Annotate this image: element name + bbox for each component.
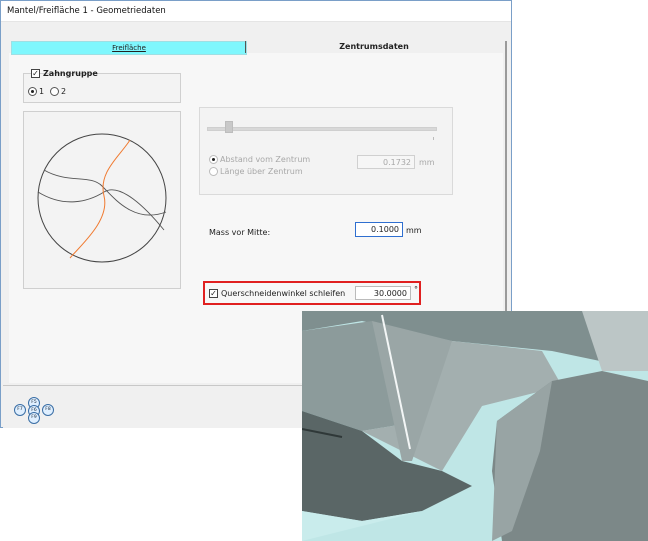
- mass-from-center-unit: mm: [406, 226, 422, 235]
- tool-3d-render: [302, 311, 648, 541]
- radio-2-label: 2: [61, 87, 67, 96]
- nav-left-key[interactable]: F7: [14, 404, 26, 416]
- distance-slider-track: [207, 127, 437, 131]
- chisel-angle-unit: °: [414, 285, 418, 294]
- radio-from-center[interactable]: [209, 155, 218, 164]
- distance-slider-thumb[interactable]: [225, 121, 233, 133]
- tool-cross-section-preview: [23, 111, 181, 289]
- radio-from-center-label: Abstand vom Zentrum: [220, 155, 311, 164]
- tab-freiflaeche[interactable]: Freifläche: [11, 41, 247, 55]
- tooth-group-radio-2[interactable]: [50, 87, 59, 96]
- tooth-group-label: Zahngruppe: [43, 69, 98, 78]
- center-distance-group: [199, 107, 453, 195]
- chisel-angle-checkbox[interactable]: ✓: [209, 289, 218, 298]
- fkey-navigator: F5 F7 F6 F8 F9: [11, 397, 57, 424]
- cross-section-drawing: [37, 133, 167, 263]
- chisel-angle-label: Querschneidenwinkel schleifen: [221, 289, 346, 298]
- distance-unit: mm: [419, 158, 435, 167]
- nav-down-key[interactable]: F9: [28, 412, 40, 424]
- window-title: Mantel/Freifläche 1 - Geometriedaten: [7, 6, 166, 16]
- radio-length-over-center-label: Länge über Zentrum: [220, 167, 303, 176]
- tooth-group-checkbox[interactable]: ✓: [31, 69, 40, 78]
- title-bar: Mantel/Freifläche 1 - Geometriedaten: [1, 1, 511, 22]
- tab-zentrumsdaten[interactable]: Zentrumsdaten: [246, 41, 502, 53]
- tooth-group-radio-1[interactable]: [28, 87, 37, 96]
- mass-from-center-input[interactable]: 0.1000: [355, 222, 403, 237]
- radio-1-label: 1: [39, 87, 45, 96]
- render-image: [302, 311, 648, 541]
- radio-length-over-center[interactable]: [209, 167, 218, 176]
- nav-right-key[interactable]: F8: [42, 404, 54, 416]
- mass-from-center-label: Mass vor Mitte:: [209, 228, 271, 237]
- slider-tick: [433, 137, 434, 140]
- distance-value-field[interactable]: 0.1732: [357, 155, 415, 169]
- chisel-angle-input[interactable]: 30.0000: [355, 286, 411, 300]
